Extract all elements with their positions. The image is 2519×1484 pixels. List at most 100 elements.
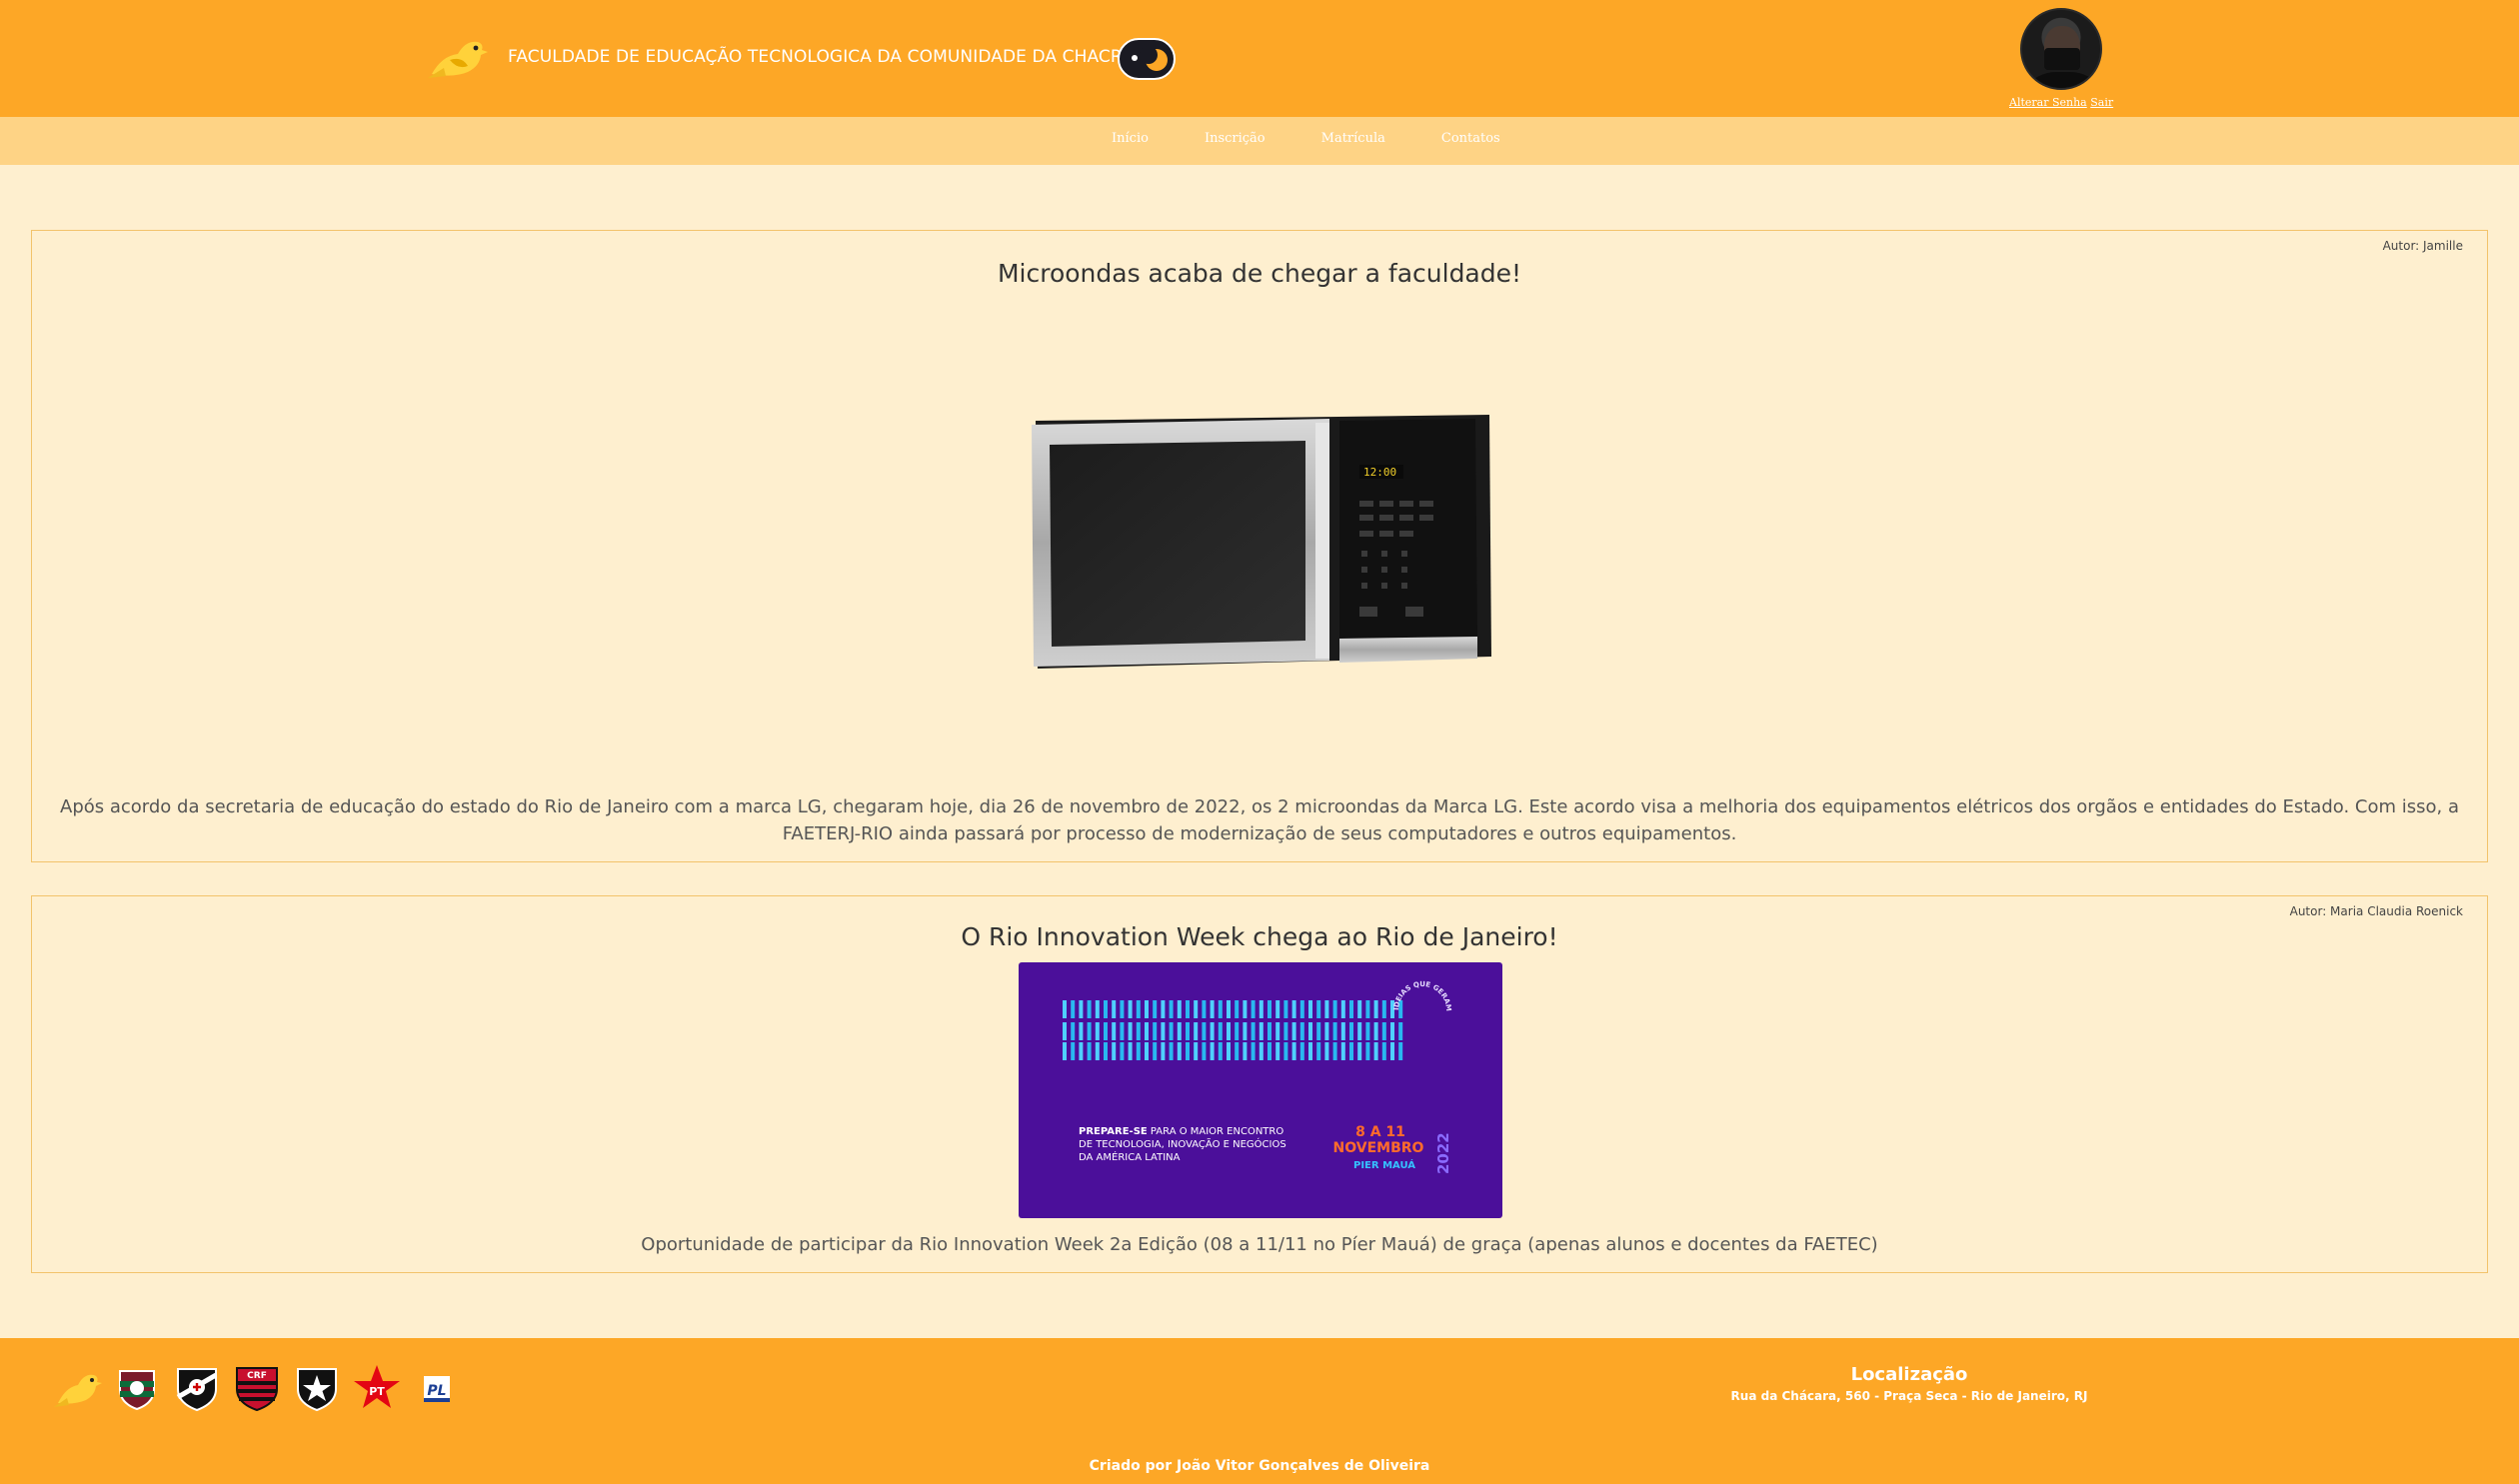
poster-month: NOVEMBRO — [1333, 1140, 1424, 1156]
poster-stripe — [1332, 1042, 1337, 1060]
poster-stripe — [1095, 1000, 1100, 1018]
poster-stripe — [1357, 1022, 1362, 1040]
location-title: Localização — [1850, 1364, 1968, 1385]
poster-stripe — [1063, 1042, 1067, 1060]
footer: CRF PT PL Localização Rua da Chácara, 56… — [0, 1338, 2519, 1484]
pl-logo-icon: PL — [424, 1376, 450, 1402]
post-title: O Rio Innovation Week chega ao Rio de Ja… — [961, 922, 1558, 951]
poster-stripe — [1079, 1000, 1084, 1018]
poster-stripe — [1381, 1042, 1386, 1060]
vasco-logo-icon — [176, 1368, 218, 1412]
poster-stripe — [1071, 1000, 1076, 1018]
post-author: Autor: Maria Claudia Roenick — [2289, 904, 2463, 918]
nav-item-contatos[interactable]: Contatos — [1441, 131, 1500, 146]
poster-stripe — [1308, 1000, 1312, 1018]
poster-stripe — [1177, 1000, 1182, 1018]
poster-stripe — [1291, 1042, 1296, 1060]
poster-stripe — [1308, 1022, 1312, 1040]
poster-stripe — [1267, 1000, 1271, 1018]
poster-stripe — [1332, 1022, 1337, 1040]
poster-stripe — [1136, 1000, 1141, 1018]
poster-stripe — [1194, 1042, 1199, 1060]
poster-stripe — [1267, 1042, 1271, 1060]
poster-stripe — [1332, 1000, 1337, 1018]
nav-item-inicio[interactable]: Início — [1112, 131, 1149, 146]
poster-stripe — [1186, 1022, 1190, 1040]
poster-stripe — [1349, 1000, 1353, 1018]
post-text: Após acordo da secretaria de educação do… — [60, 796, 2459, 844]
poster-stripe — [1079, 1042, 1084, 1060]
poster-stripe — [1365, 1042, 1370, 1060]
poster-stripe — [1071, 1022, 1076, 1040]
poster-stripe — [1259, 1022, 1263, 1040]
poster-stripe — [1145, 1042, 1149, 1060]
bird-logo-icon — [54, 1374, 102, 1407]
poster-stripe — [1071, 1042, 1076, 1060]
theme-toggle[interactable] — [1118, 38, 1176, 80]
poster-stripe — [1324, 1042, 1329, 1060]
svg-text:PREPARE-SE PARA O MAIOR ENCONT: PREPARE-SE PARA O MAIOR ENCONTRO — [1079, 1126, 1283, 1137]
poster-stripe — [1398, 1022, 1403, 1040]
poster-stripe — [1381, 1022, 1386, 1040]
location-block: Localização Rua da Chácara, 560 - Praça … — [1699, 1364, 2119, 1403]
poster-stripe — [1227, 1022, 1231, 1040]
poster-stripe — [1259, 1042, 1263, 1060]
logout-link[interactable]: Sair — [2090, 96, 2113, 109]
pl-logo-text: PL — [427, 1383, 446, 1399]
poster-stripe — [1169, 1042, 1174, 1060]
poster-stripe — [1340, 1000, 1345, 1018]
poster-stripe — [1275, 1022, 1280, 1040]
poster-stripe — [1112, 1000, 1117, 1018]
post-title: Microondas acaba de chegar a faculdade! — [997, 259, 1522, 288]
poster-stripe — [1357, 1000, 1362, 1018]
user-area: Alterar Senha Sair — [2009, 8, 2113, 109]
poster-stripe — [1365, 1022, 1370, 1040]
riw-graphic: IDEIAS QUE GERAM NEGÓCIOS PREPARE-SE PAR… — [1019, 962, 1452, 1174]
poster-stripe — [1104, 1022, 1108, 1040]
poster-stripe — [1104, 1000, 1108, 1018]
poster-stripe — [1186, 1042, 1190, 1060]
poster-stripe — [1283, 1022, 1288, 1040]
top-header: FACULDADE DE EDUCAÇÃO TECNOLOGICA DA COM… — [0, 0, 2519, 117]
poster-stripe — [1063, 1000, 1067, 1018]
credits: Criado por João Vitor Gonçalves de Olive… — [1089, 1458, 1430, 1474]
brand: FACULDADE DE EDUCAÇÃO TECNOLOGICA DA COM… — [424, 30, 1165, 84]
poster-stripe — [1136, 1022, 1141, 1040]
poster-stripe — [1227, 1042, 1231, 1060]
nav-items: Início Inscrição Matrícula Contatos — [1112, 131, 1556, 146]
change-password-link[interactable]: Alterar Senha — [2009, 96, 2087, 109]
poster-stripe — [1063, 1022, 1067, 1040]
poster-stripe — [1398, 1042, 1403, 1060]
poster-stripe — [1324, 1000, 1329, 1018]
nav-item-inscricao[interactable]: Inscrição — [1205, 131, 1265, 146]
poster-stripe — [1324, 1022, 1329, 1040]
nav-item-matricula[interactable]: Matrícula — [1321, 131, 1385, 146]
poster-stripe — [1390, 1042, 1394, 1060]
poster-stripe — [1104, 1042, 1108, 1060]
poster-stripe — [1365, 1000, 1370, 1018]
main-nav: Início Inscrição Matrícula Contatos — [0, 117, 2519, 165]
poster-stripe — [1120, 1000, 1125, 1018]
poster-stripe — [1275, 1042, 1280, 1060]
poster-stripe — [1161, 1022, 1166, 1040]
footer-logos: CRF PT PL — [52, 1363, 472, 1413]
poster-stripe — [1169, 1000, 1174, 1018]
poster-stripe — [1202, 1022, 1207, 1040]
pt-logo-text: PT — [369, 1385, 385, 1398]
botafogo-logo-icon — [297, 1368, 337, 1412]
poster-stripe — [1243, 1042, 1248, 1060]
poster-venue: PIER MAUÁ — [1353, 1158, 1415, 1171]
poster-stripe — [1210, 1000, 1215, 1018]
poster-stripe — [1349, 1022, 1353, 1040]
poster-stripe — [1299, 1022, 1304, 1040]
poster-stripe — [1357, 1042, 1362, 1060]
poster-stripe — [1218, 1042, 1223, 1060]
poster-stripe — [1227, 1000, 1231, 1018]
microwave-clock: 12:00 — [1363, 466, 1396, 479]
poster-stripe — [1373, 1042, 1378, 1060]
poster-stripe — [1153, 1042, 1158, 1060]
poster-stripe — [1128, 1042, 1133, 1060]
poster-days: 8 A 11 — [1355, 1124, 1405, 1140]
poster-stripe — [1299, 1042, 1304, 1060]
location-address: Rua da Chácara, 560 - Praça Seca - Rio d… — [1730, 1389, 2088, 1403]
